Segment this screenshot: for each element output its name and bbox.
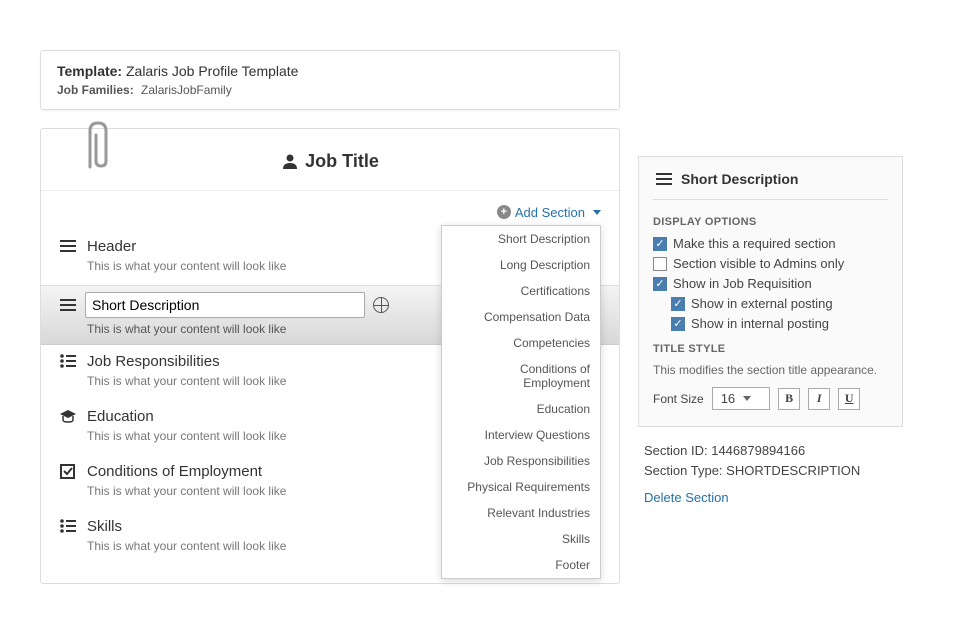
option-label: Show in external posting [691,296,833,311]
section-title-input[interactable] [85,292,365,318]
display-option[interactable]: ✓ Make this a required section [653,236,888,251]
dropdown-item[interactable]: Relevant Industries [442,500,600,526]
template-name: Zalaris Job Profile Template [126,63,298,79]
template-editor: Job Title + Add Section Short Descriptio… [40,128,620,584]
section-title: Skills [87,518,122,535]
plus-icon: + [497,205,511,219]
display-option[interactable]: ✓ Show in Job Requisition [653,276,888,291]
option-label: Make this a required section [673,236,836,251]
dropdown-item[interactable]: Short Description [442,226,600,252]
option-label: Section visible to Admins only [673,256,844,271]
add-section-label: Add Section [515,205,585,220]
option-label: Show in internal posting [691,316,829,331]
chevron-down-icon [743,396,751,401]
dropdown-item[interactable]: Compensation Data [442,304,600,330]
dropdown-item[interactable]: Footer [442,552,600,578]
add-section-dropdown: Short DescriptionLong DescriptionCertifi… [441,225,601,579]
bullets-icon [59,518,77,534]
dropdown-item[interactable]: Job Responsibilities [442,448,600,474]
globe-icon[interactable] [373,297,389,313]
display-option[interactable]: ✓ Show in external posting [671,296,888,311]
lines-icon [59,238,77,254]
panel-title: Short Description [681,171,798,187]
checkbox-icon [59,463,77,479]
dropdown-item[interactable]: Interview Questions [442,422,600,448]
chevron-down-icon [593,210,601,215]
person-icon [281,152,299,170]
dropdown-item[interactable]: Education [442,396,600,422]
grad-icon [59,408,77,424]
delete-section-link[interactable]: Delete Section [638,490,903,505]
job-title-heading: Job Title [41,139,619,190]
section-title: Conditions of Employment [87,463,262,480]
display-option[interactable]: Section visible to Admins only [653,256,888,271]
lines-icon [655,171,673,187]
display-option[interactable]: ✓ Show in internal posting [671,316,888,331]
bullets-icon [59,353,77,369]
checkbox[interactable]: ✓ [653,277,667,291]
checkbox[interactable] [653,257,667,271]
section-title: Header [87,238,136,255]
option-label: Show in Job Requisition [673,276,812,291]
section-title: Education [87,408,154,425]
dropdown-item[interactable]: Long Description [442,252,600,278]
dropdown-item[interactable]: Certifications [442,278,600,304]
checkbox[interactable]: ✓ [671,317,685,331]
dropdown-item[interactable]: Physical Requirements [442,474,600,500]
section-properties-panel: Short Description DISPLAY OPTIONS ✓ Make … [638,156,903,427]
font-size-label: Font Size [653,392,704,406]
job-families-label: Job Families: [57,83,134,97]
checkbox[interactable]: ✓ [653,237,667,251]
font-size-select[interactable]: 16 [712,387,770,410]
template-info-box: Template: Zalaris Job Profile Template J… [40,50,620,110]
title-style-desc: This modifies the section title appearan… [653,363,888,377]
underline-button[interactable]: U [838,388,860,410]
bold-button[interactable]: B [778,388,800,410]
add-section-button[interactable]: + Add Section [497,205,601,220]
display-options-heading: DISPLAY OPTIONS [653,216,888,228]
dropdown-item[interactable]: Skills [442,526,600,552]
section-title: Job Responsibilities [87,353,220,370]
italic-button[interactable]: I [808,388,830,410]
section-meta: Section ID: 1446879894166 Section Type: … [638,441,903,480]
job-families-value: ZalarisJobFamily [141,83,232,97]
dropdown-item[interactable]: Conditions of Employment [442,356,600,396]
checkbox[interactable]: ✓ [671,297,685,311]
title-style-heading: TITLE STYLE [653,343,888,355]
paperclip-icon [76,117,116,177]
lines-icon [59,297,77,313]
dropdown-item[interactable]: Competencies [442,330,600,356]
template-label: Template: [57,63,122,79]
